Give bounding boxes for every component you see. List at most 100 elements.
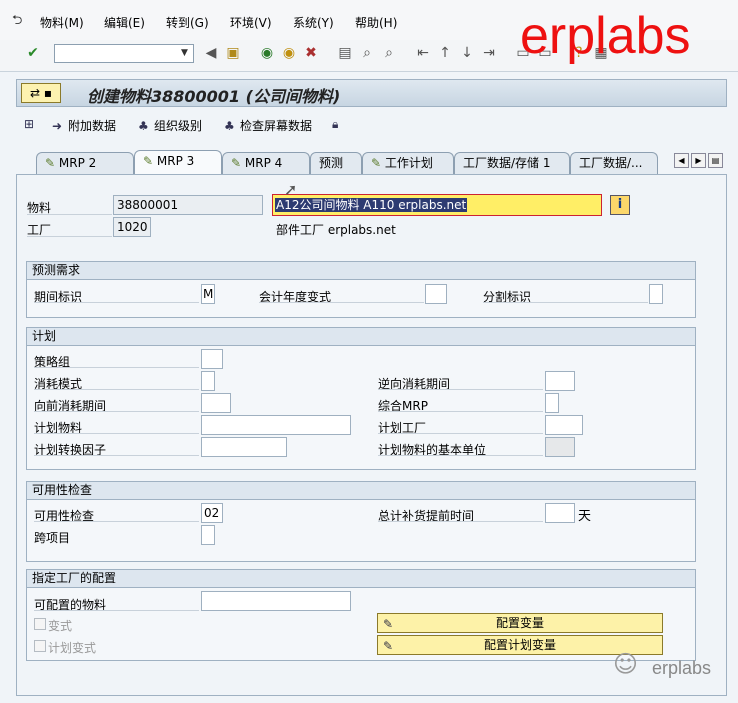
planning-plant-field[interactable] (545, 415, 583, 435)
availability-check-field[interactable]: 02 (201, 503, 223, 523)
tab-forecast[interactable]: 预测 (310, 152, 362, 174)
cancel-icon[interactable]: ✖ (302, 44, 320, 62)
planning-variant-label: 计划变式 (48, 641, 97, 655)
material-description-text: A12公司间物料 A110 erplabs.net (275, 198, 468, 212)
system-menu-icon[interactable]: ⮌ (12, 11, 22, 33)
tab-label: MRP 3 (156, 154, 195, 168)
group-title: 计划 (27, 328, 695, 346)
menu-edit[interactable]: 编辑(E) (104, 14, 145, 31)
consumption-mode-field[interactable] (201, 371, 215, 391)
material-number-field: 38800001 (113, 195, 263, 215)
tab-label: MRP 2 (58, 156, 97, 170)
tab-label: 工厂数据/存储 1 (463, 156, 551, 170)
select-views-button[interactable]: ⊞ (24, 117, 40, 131)
tab-strip: ✎ MRP 2 ✎ MRP 3 ✎ MRP 4 预测 ✎ 工作计划 工厂数据/存… (16, 150, 727, 174)
tab-label: MRP 4 (244, 156, 283, 170)
tab-label: 工厂数据/... (579, 156, 643, 170)
first-page-icon[interactable]: ⇤ (414, 44, 432, 62)
planning-conversion-factor-field[interactable] (201, 437, 287, 457)
tab-scroll-left-icon[interactable]: ◀ (674, 153, 689, 168)
wechat-watermark: erplabs (652, 658, 712, 678)
tab-plant-storage-1[interactable]: 工厂数据/存储 1 (454, 152, 570, 174)
edit-note-icon: ✎ (382, 617, 394, 631)
backward-consumption-field[interactable] (545, 371, 575, 391)
tab-mrp4[interactable]: ✎ MRP 4 (222, 152, 310, 174)
check-tree-icon: ♣ (224, 119, 235, 133)
menu-system[interactable]: 系统(Y) (293, 14, 334, 31)
edit-icon: ✎ (231, 156, 242, 170)
menu-goto[interactable]: 转到(G) (166, 14, 209, 31)
chevron-down-icon[interactable]: ▼ (176, 44, 193, 63)
exit-icon[interactable]: ◉ (280, 44, 298, 62)
configure-planning-variant-label: 配置计划变量 (483, 638, 556, 652)
group-title: 预测需求 (27, 262, 695, 280)
tab-list-icon[interactable]: ▤ (708, 153, 723, 168)
planning-base-unit-field (545, 437, 575, 457)
find-icon[interactable]: ⌕ (358, 44, 376, 62)
fiscal-year-variant-field[interactable] (425, 284, 447, 304)
edit-icon: ✎ (371, 156, 382, 170)
plant-field: 1020 (113, 217, 151, 237)
menu-help[interactable]: 帮助(H) (355, 14, 397, 31)
print-icon[interactable]: ▤ (336, 44, 354, 62)
check-icon[interactable]: ✔ (24, 44, 42, 62)
forward-consumption-field[interactable] (201, 393, 231, 413)
lock-button[interactable]: 🔒︎ (332, 117, 348, 132)
material-description-field[interactable]: A12公司间物料 A110 erplabs.net (272, 194, 602, 216)
page-title: 创建物料38800001 (公司间物料) (87, 87, 341, 106)
screen-title-bar: ⇄ ▪ 创建物料38800001 (公司间物料) (16, 79, 727, 107)
org-tree-icon: ♣ (138, 119, 149, 133)
plant-description: 部件工厂 erplabs.net (276, 223, 396, 237)
tab-mrp3[interactable]: ✎ MRP 3 (134, 150, 222, 174)
cross-project-checkbox[interactable] (201, 525, 215, 545)
last-page-icon[interactable]: ⇥ (480, 44, 498, 62)
edit-icon: ✎ (143, 154, 154, 168)
tab-mrp2[interactable]: ✎ MRP 2 (36, 152, 134, 174)
variant-label: 变式 (48, 619, 73, 633)
org-levels-button[interactable]: ♣ 组织级别 (138, 117, 202, 134)
save-icon[interactable]: ▣ (224, 44, 242, 62)
variant-checkbox (34, 618, 46, 630)
tab-scroll-right-icon[interactable]: ▶ (691, 153, 706, 168)
group-title: 指定工厂的配置 (27, 570, 695, 588)
select-views-icon: ⊞ (24, 117, 35, 131)
configure-variant-label: 配置变量 (495, 616, 544, 630)
prev-page-icon[interactable]: ↑ (436, 44, 454, 62)
arrow-right-icon: ➜ (52, 119, 63, 133)
display-change-button[interactable]: ⇄ ▪ (21, 83, 61, 103)
check-screen-label: 检查屏幕数据 (240, 119, 313, 133)
application-toolbar: ⊞ ➜ 附加数据 ♣ 组织级别 ♣ 检查屏幕数据 🔒︎ (16, 110, 727, 140)
additional-data-label: 附加数据 (68, 119, 117, 133)
splitting-indicator-field[interactable] (649, 284, 663, 304)
mixed-mrp-field[interactable] (545, 393, 559, 413)
menu-environment[interactable]: 环境(V) (230, 14, 272, 31)
org-levels-label: 组织级别 (154, 119, 203, 133)
forecast-requirements-group: 预测需求 (26, 261, 696, 318)
period-indicator-field[interactable]: M (201, 284, 215, 304)
lock-icon: 🔒︎ (332, 117, 339, 131)
mouse-cursor-icon: ➚ (284, 180, 298, 199)
configure-variant-button[interactable]: ✎ 配置变量 (377, 613, 663, 633)
configurable-material-field[interactable] (201, 591, 351, 611)
group-title: 可用性检查 (27, 482, 695, 500)
tab-plant-data-more[interactable]: 工厂数据/... (570, 152, 658, 174)
strategy-group-field[interactable] (201, 349, 223, 369)
erplabs-watermark: erplabs (520, 7, 691, 65)
next-page-icon[interactable]: ↓ (458, 44, 476, 62)
planning-material-field[interactable] (201, 415, 351, 435)
edit-note-icon: ✎ (382, 639, 394, 653)
additional-data-button[interactable]: ➜ 附加数据 (52, 117, 116, 134)
days-unit-label: 天 (578, 509, 592, 524)
find-next-icon[interactable]: ⌕ (380, 44, 398, 62)
tab-work-scheduling[interactable]: ✎ 工作计划 (362, 152, 454, 174)
total-replenishment-field[interactable] (545, 503, 575, 523)
collapse-icon[interactable]: ◀ (202, 44, 220, 62)
tab-label: 工作计划 (384, 156, 433, 170)
back-icon[interactable]: ◉ (258, 44, 276, 62)
info-icon[interactable]: i (610, 195, 630, 215)
check-screen-data-button[interactable]: ♣ 检查屏幕数据 (224, 117, 312, 134)
cross-project-label: 跨项目 (34, 531, 71, 545)
command-field[interactable] (54, 44, 194, 63)
tab-label: 预测 (319, 156, 344, 170)
menu-material[interactable]: 物料(M) (40, 14, 84, 31)
